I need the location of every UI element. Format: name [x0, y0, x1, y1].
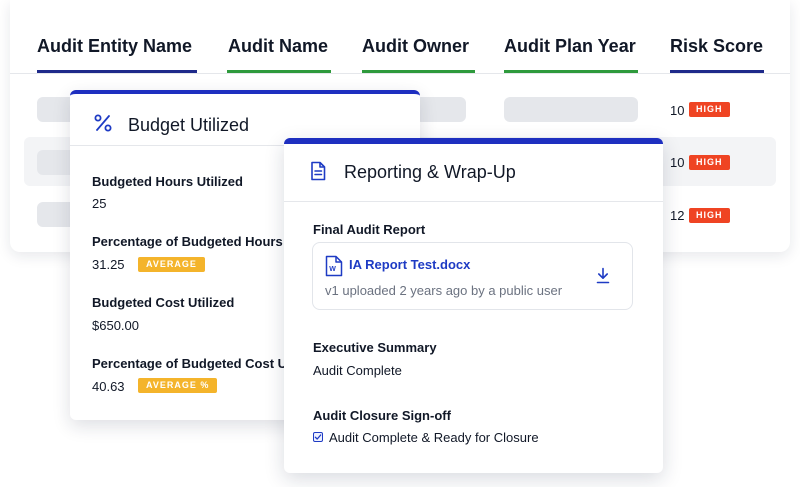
file-upload-meta: v1 uploaded 2 years ago by a public user: [325, 283, 563, 298]
header-divider: [10, 73, 790, 74]
risk-level-badge: HIGH: [689, 155, 730, 170]
field-value: 31.25: [92, 257, 125, 272]
field-label: Percentage of Budgeted Hours: [92, 234, 283, 249]
budget-card-title: Budget Utilized: [128, 115, 250, 135]
file-name-link[interactable]: IA Report Test.docx: [349, 257, 470, 272]
executive-summary-value: Audit Complete: [313, 363, 402, 378]
column-underline-audit-entity-name: [37, 70, 197, 73]
risk-level-badge: HIGH: [689, 208, 730, 223]
word-file-icon: W: [325, 255, 343, 282]
download-icon[interactable]: [596, 267, 610, 289]
risk-score-value: 10: [670, 155, 685, 170]
svg-text:W: W: [329, 266, 336, 273]
final-audit-report-label: Final Audit Report: [313, 222, 426, 237]
column-header-risk-score[interactable]: Risk Score: [670, 36, 763, 57]
file-attachment[interactable]: W IA Report Test.docx v1 uploaded 2 year…: [312, 242, 633, 310]
column-header-audit-name[interactable]: Audit Name: [228, 36, 328, 57]
placeholder-cell: [415, 97, 466, 122]
average-badge: AVERAGE: [138, 257, 205, 272]
reporting-wrap-up-card: Reporting & Wrap-Up Final Audit Report W…: [284, 138, 663, 473]
closure-signoff-label: Audit Closure Sign-off: [313, 408, 451, 423]
executive-summary-label: Executive Summary: [313, 340, 437, 355]
column-header-audit-entity-name[interactable]: Audit Entity Name: [37, 36, 192, 57]
column-underline-audit-name: [227, 70, 331, 73]
risk-score-value: 12: [670, 208, 685, 223]
report-card-header: Reporting & Wrap-Up: [284, 144, 663, 202]
document-icon: [310, 161, 326, 186]
average-badge: AVERAGE %: [138, 378, 218, 393]
column-underline-audit-plan-year: [504, 70, 638, 73]
field-value: 40.63: [92, 379, 125, 394]
percent-icon: [92, 113, 114, 138]
field-label: Budgeted Cost Utilized: [92, 295, 235, 310]
placeholder-cell: [504, 97, 638, 122]
closure-checkbox-label[interactable]: Audit Complete & Ready for Closure: [329, 430, 539, 445]
field-value: 25: [92, 196, 107, 211]
field-value: $650.00: [92, 318, 139, 333]
column-header-audit-plan-year[interactable]: Audit Plan Year: [504, 36, 636, 57]
closure-checkbox[interactable]: [313, 432, 323, 442]
field-label: Percentage of Budgeted Cost U: [92, 356, 288, 371]
risk-level-badge: HIGH: [689, 102, 730, 117]
column-underline-audit-owner: [362, 70, 475, 73]
risk-score-value: 10: [670, 103, 685, 118]
field-label: Budgeted Hours Utilized: [92, 174, 243, 189]
column-underline-risk-score: [670, 70, 764, 73]
report-card-title: Reporting & Wrap-Up: [344, 162, 516, 182]
column-header-audit-owner[interactable]: Audit Owner: [362, 36, 469, 57]
